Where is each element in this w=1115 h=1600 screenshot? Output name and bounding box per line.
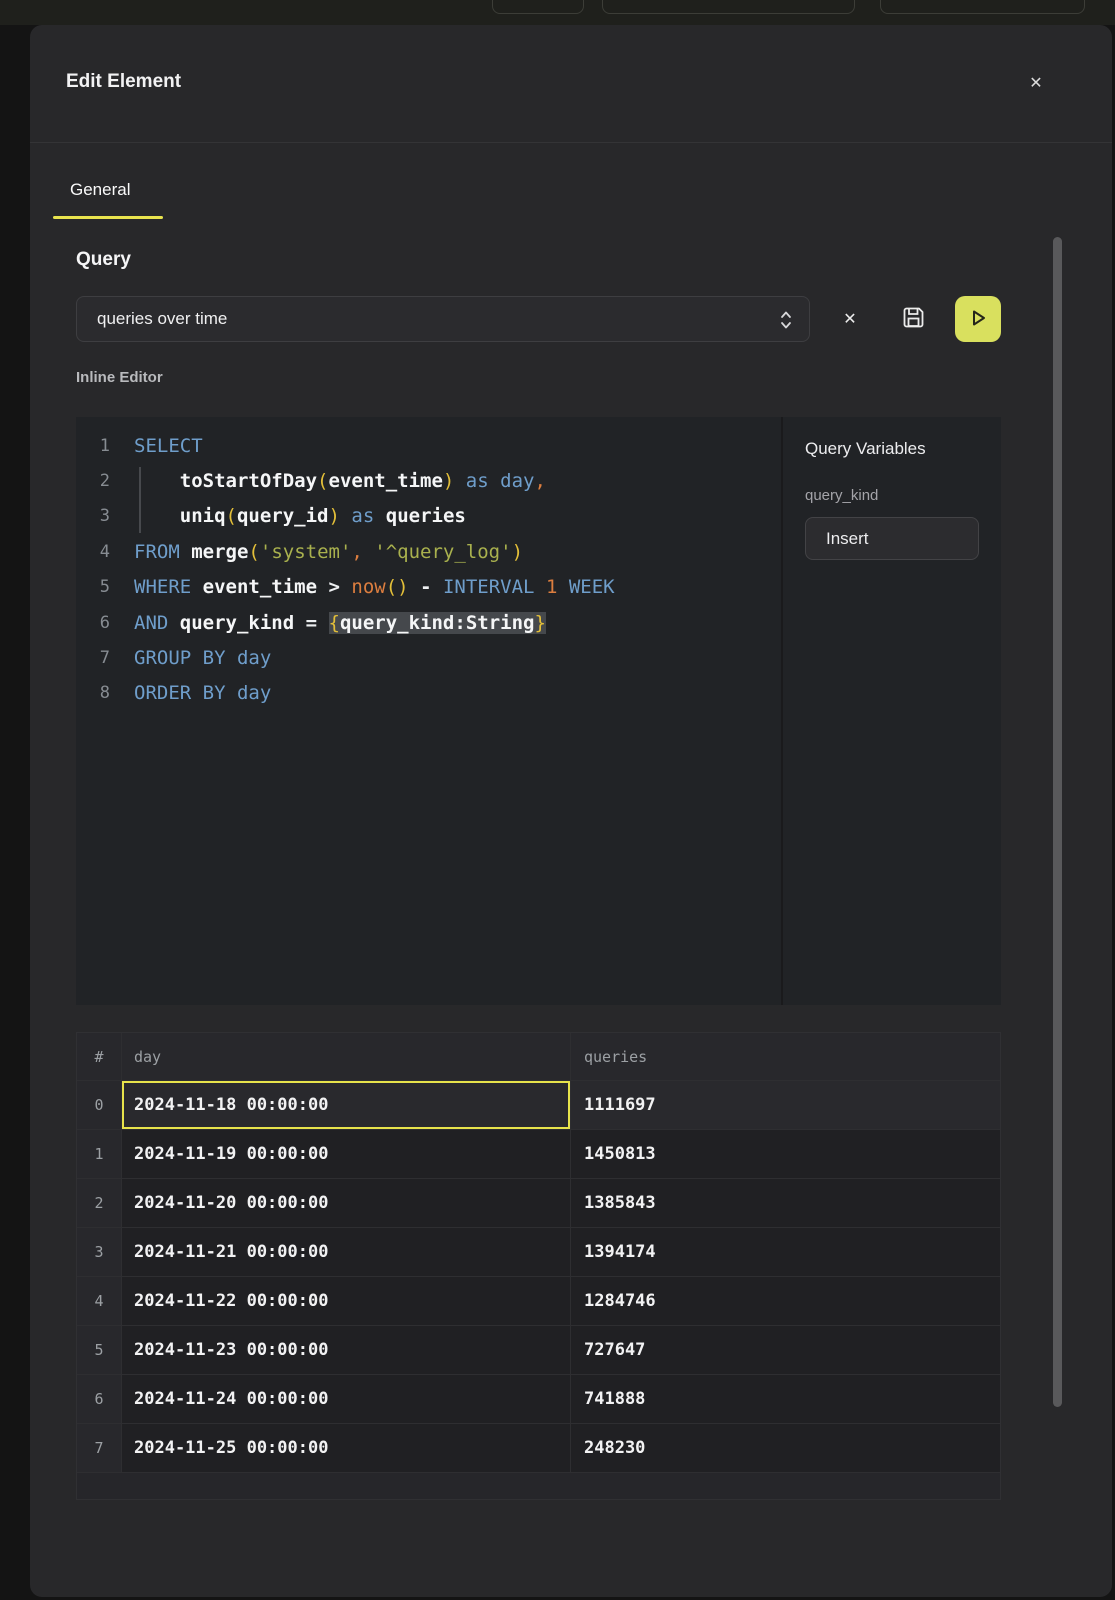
clear-query-button[interactable]: ✕ xyxy=(836,307,864,331)
day-cell[interactable]: 2024-11-20 00:00:00 xyxy=(122,1179,571,1228)
row-index[interactable]: 6 xyxy=(77,1375,122,1424)
results-table: #dayqueries02024-11-18 00:00:00111169712… xyxy=(76,1032,1001,1500)
code-line[interactable]: 2 toStartOfDay(event_time) as day, xyxy=(76,463,781,498)
table-footer xyxy=(77,1473,1000,1499)
code-text: toStartOfDay(event_time) as day, xyxy=(134,470,546,492)
row-index[interactable]: 2 xyxy=(77,1179,122,1228)
save-query-button[interactable] xyxy=(896,303,930,335)
table-row: 22024-11-20 00:00:001385843 xyxy=(77,1179,1000,1228)
table-row: 72024-11-25 00:00:00248230 xyxy=(77,1424,1000,1473)
background-toolbar-button[interactable] xyxy=(880,0,1085,14)
tab-general[interactable]: General xyxy=(70,180,130,200)
table-row: 02024-11-18 00:00:001111697 xyxy=(77,1081,1000,1130)
line-number: 3 xyxy=(76,506,110,526)
table-row: 32024-11-21 00:00:001394174 xyxy=(77,1228,1000,1277)
line-number: 2 xyxy=(76,471,110,491)
variable-name: query_kind xyxy=(805,487,979,504)
line-number: 5 xyxy=(76,577,110,597)
row-index[interactable]: 1 xyxy=(77,1130,122,1179)
day-cell[interactable]: 2024-11-18 00:00:00 xyxy=(122,1081,571,1130)
day-cell[interactable]: 2024-11-19 00:00:00 xyxy=(122,1130,571,1179)
run-query-button[interactable] xyxy=(955,296,1001,342)
query-variables-list: query_kind Insert xyxy=(805,487,979,560)
code-line[interactable]: 5 WHERE event_time > now() - INTERVAL 1 W… xyxy=(76,570,781,605)
play-icon xyxy=(968,308,988,331)
query-variables-panel: Query Variables query_kind Insert xyxy=(783,417,1001,1005)
day-cell[interactable]: 2024-11-23 00:00:00 xyxy=(122,1326,571,1375)
query-select[interactable]: queries over time xyxy=(76,296,810,342)
indent-guide xyxy=(139,467,141,533)
editor-wrap: 1 SELECT 2 toStartOfDay(event_time) as day… xyxy=(76,417,1001,1005)
code-line[interactable]: 8 ORDER BY day xyxy=(76,676,781,711)
floppy-disk-icon xyxy=(900,319,927,334)
code-text: GROUP BY day xyxy=(134,647,271,669)
code-line[interactable]: 3 uniq(query_id) as queries xyxy=(76,499,781,534)
table-row: 42024-11-22 00:00:001284746 xyxy=(77,1277,1000,1326)
insert-variable-button[interactable]: Insert xyxy=(805,517,979,560)
code-text: uniq(query_id) as queries xyxy=(134,505,466,527)
modal-title: Edit Element xyxy=(66,71,181,93)
queries-cell[interactable]: 1450813 xyxy=(571,1130,1000,1179)
table-header: #dayqueries xyxy=(77,1033,1000,1081)
queries-cell[interactable]: 1111697 xyxy=(571,1081,1000,1130)
code-text: AND query_kind = {query_kind:String} xyxy=(134,612,546,634)
tab-active-underline xyxy=(53,216,163,219)
close-button[interactable]: ✕ xyxy=(1022,69,1050,97)
queries-cell[interactable]: 727647 xyxy=(571,1326,1000,1375)
column-header: queries xyxy=(571,1033,1000,1081)
background-toolbar xyxy=(0,0,1115,25)
code-text: FROM merge('system', '^query_log') xyxy=(134,541,523,563)
day-cell[interactable]: 2024-11-22 00:00:00 xyxy=(122,1277,571,1326)
table-row: 12024-11-19 00:00:001450813 xyxy=(77,1130,1000,1179)
x-icon: ✕ xyxy=(843,311,856,328)
row-index[interactable]: 4 xyxy=(77,1277,122,1326)
queries-cell[interactable]: 1394174 xyxy=(571,1228,1000,1277)
code-text: SELECT xyxy=(134,435,203,457)
modal-scrollbar-thumb[interactable] xyxy=(1053,237,1062,1407)
edit-element-modal: Edit Element ✕ General Query queries ove… xyxy=(30,25,1112,1597)
code-line[interactable]: 6 AND query_kind = {query_kind:String} xyxy=(76,605,781,640)
code-line[interactable]: 7 GROUP BY day xyxy=(76,640,781,675)
row-index[interactable]: 7 xyxy=(77,1424,122,1473)
row-index[interactable]: 0 xyxy=(77,1081,122,1130)
sql-editor[interactable]: 1 SELECT 2 toStartOfDay(event_time) as day… xyxy=(76,417,781,1005)
background-toolbar-button[interactable] xyxy=(492,0,584,14)
code-text: WHERE event_time > now() - INTERVAL 1 WE… xyxy=(134,576,615,598)
line-number: 4 xyxy=(76,542,110,562)
row-index[interactable]: 3 xyxy=(77,1228,122,1277)
line-number: 8 xyxy=(76,683,110,703)
queries-cell[interactable]: 741888 xyxy=(571,1375,1000,1424)
row-index[interactable]: 5 xyxy=(77,1326,122,1375)
query-select-value: queries over time xyxy=(97,309,227,329)
column-header: day xyxy=(122,1033,571,1081)
code-line[interactable]: 4 FROM merge('system', '^query_log') xyxy=(76,534,781,569)
close-icon: ✕ xyxy=(1029,75,1042,92)
queries-cell[interactable]: 1385843 xyxy=(571,1179,1000,1228)
table-row: 62024-11-24 00:00:00741888 xyxy=(77,1375,1000,1424)
header-divider xyxy=(30,142,1112,143)
queries-cell[interactable]: 248230 xyxy=(571,1424,1000,1473)
code-line[interactable]: 1 SELECT xyxy=(76,428,781,463)
table-row: 52024-11-23 00:00:00727647 xyxy=(77,1326,1000,1375)
day-cell[interactable]: 2024-11-25 00:00:00 xyxy=(122,1424,571,1473)
query-heading: Query xyxy=(76,249,131,271)
query-variables-title: Query Variables xyxy=(805,439,979,459)
column-header: # xyxy=(77,1033,122,1081)
code-text: ORDER BY day xyxy=(134,682,271,704)
day-cell[interactable]: 2024-11-21 00:00:00 xyxy=(122,1228,571,1277)
page: Edit Element ✕ General Query queries ove… xyxy=(0,0,1115,1600)
chevron-updown-icon xyxy=(779,309,793,336)
line-number: 1 xyxy=(76,436,110,456)
background-toolbar-button[interactable] xyxy=(602,0,855,14)
line-number: 7 xyxy=(76,648,110,668)
day-cell[interactable]: 2024-11-24 00:00:00 xyxy=(122,1375,571,1424)
inline-editor-label: Inline Editor xyxy=(76,369,163,386)
line-number: 6 xyxy=(76,613,110,633)
queries-cell[interactable]: 1284746 xyxy=(571,1277,1000,1326)
